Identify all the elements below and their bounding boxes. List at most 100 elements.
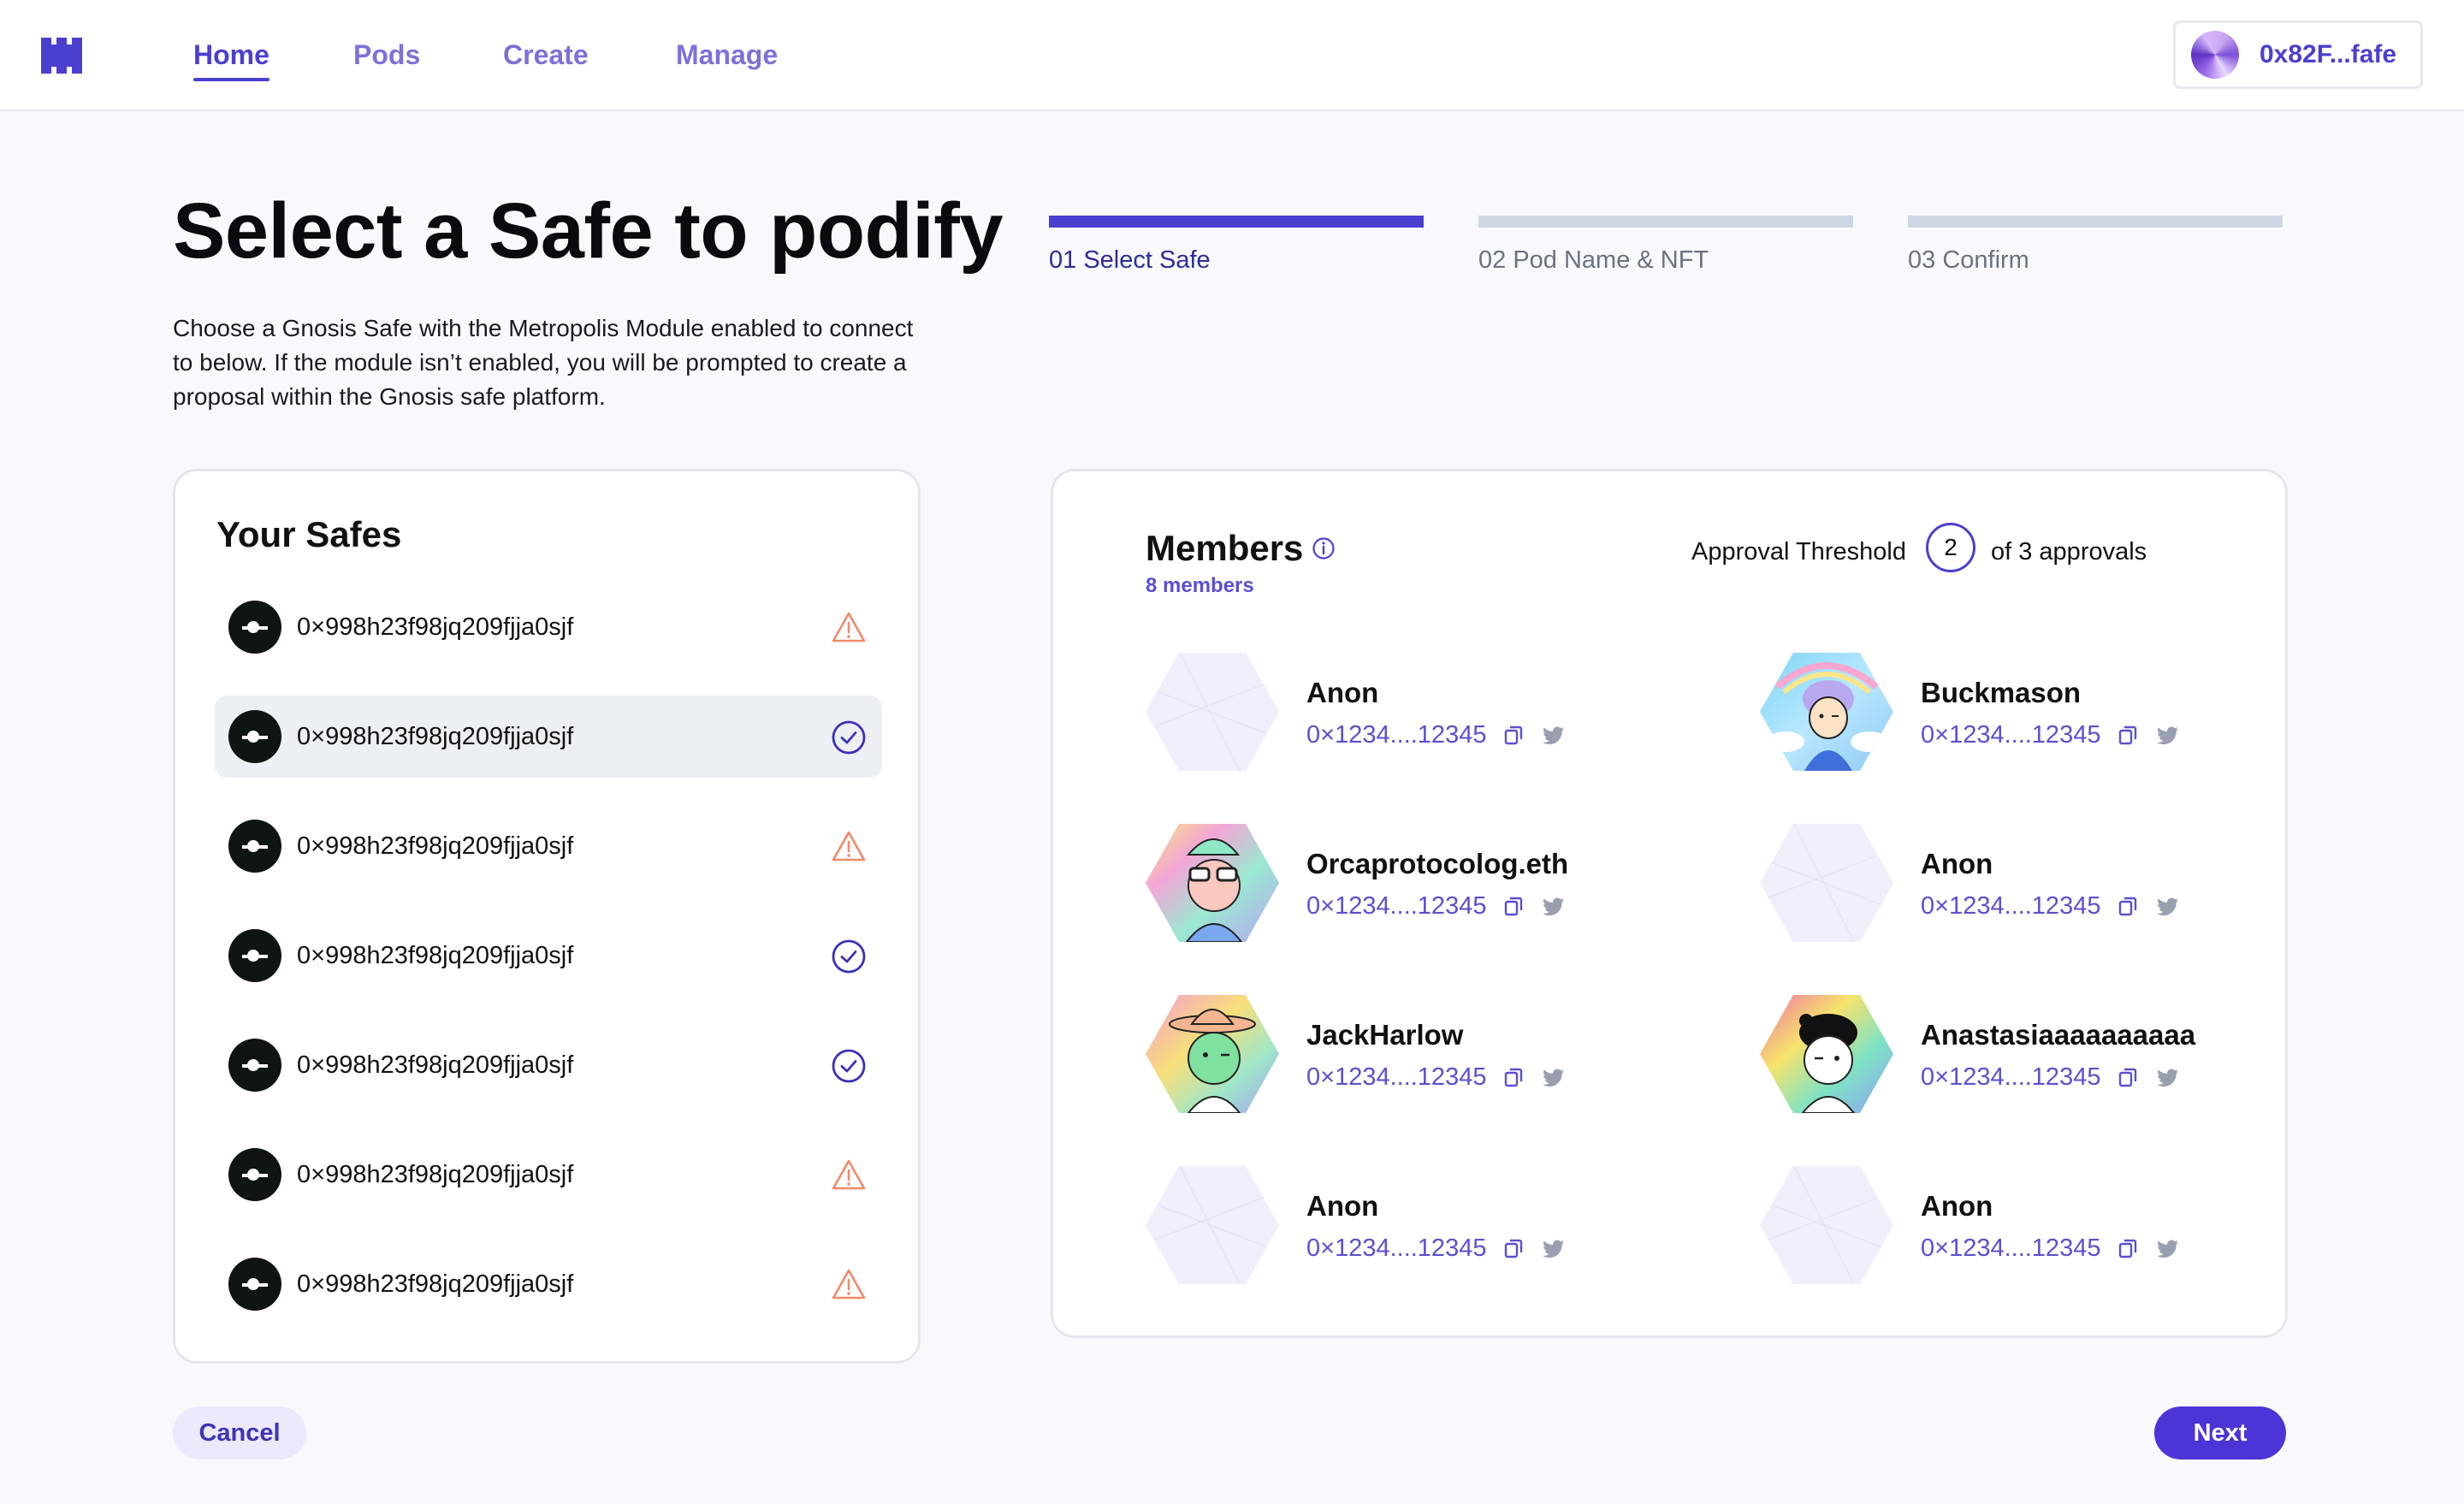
safe-row[interactable]: 0×998h23f98jq209fjja0sjf bbox=[215, 915, 882, 997]
member-avatar bbox=[1760, 653, 1893, 771]
safe-avatar-icon bbox=[228, 710, 281, 763]
safe-avatar-icon bbox=[228, 929, 281, 982]
step-label: 03 Confirm bbox=[1908, 246, 2029, 274]
wallet-button[interactable]: 0x82F...fafe bbox=[2173, 21, 2423, 89]
twitter-icon[interactable] bbox=[1543, 897, 1565, 916]
step-select-safe: 01 Select Safe bbox=[1049, 216, 1424, 275]
step-progress-bar bbox=[1049, 216, 1424, 228]
nav-pods[interactable]: Pods bbox=[353, 39, 420, 71]
member-item: Anon 0×1234....12345 bbox=[1146, 653, 1676, 773]
member-name: Anon bbox=[1921, 1190, 1993, 1222]
member-item: JackHarlow 0×1234....12345 bbox=[1146, 995, 1676, 1115]
member-address: 0×1234....12345 bbox=[1921, 892, 2101, 920]
approval-threshold-suffix: of 3 approvals bbox=[1991, 538, 2147, 565]
copy-icon[interactable] bbox=[2118, 1067, 2138, 1089]
check-circle-icon bbox=[831, 719, 867, 755]
copy-icon[interactable] bbox=[2118, 896, 2138, 918]
warning-icon bbox=[831, 610, 867, 646]
member-item: Anon 0×1234....12345 bbox=[1760, 824, 2290, 944]
warning-icon bbox=[831, 1158, 867, 1193]
safe-address: 0×998h23f98jq209fjja0sjf bbox=[297, 722, 574, 750]
info-icon[interactable] bbox=[1312, 536, 1336, 560]
twitter-icon[interactable] bbox=[2157, 1240, 2179, 1258]
safe-address: 0×998h23f98jq209fjja0sjf bbox=[297, 941, 574, 969]
member-address: 0×1234....12345 bbox=[1921, 1235, 2101, 1262]
copy-icon[interactable] bbox=[1503, 725, 1524, 747]
member-name: Anastasiaaaaaaaaaa bbox=[1921, 1019, 2196, 1051]
member-avatar bbox=[1146, 824, 1279, 942]
safe-row[interactable]: 0×998h23f98jq209fjja0sjf bbox=[215, 1134, 882, 1216]
safe-avatar-icon bbox=[228, 1039, 281, 1092]
twitter-icon[interactable] bbox=[2157, 726, 2179, 745]
safe-avatar-icon bbox=[228, 820, 281, 873]
approval-threshold-label: Approval Threshold bbox=[1691, 538, 1906, 565]
member-name: Anon bbox=[1306, 1190, 1379, 1222]
safe-address: 0×998h23f98jq209fjja0sjf bbox=[297, 1160, 574, 1188]
member-name: Orcaprotocolog.eth bbox=[1306, 848, 1569, 879]
safe-row[interactable]: 0×998h23f98jq209fjja0sjf bbox=[215, 696, 882, 778]
step-label: 02 Pod Name & NFT bbox=[1478, 246, 1709, 274]
member-avatar bbox=[1760, 995, 1893, 1113]
safe-address: 0×998h23f98jq209fjja0sjf bbox=[297, 613, 574, 641]
check-circle-icon bbox=[831, 1048, 867, 1084]
member-item: Buckmason 0×1234....12345 bbox=[1760, 653, 2290, 773]
safe-avatar-icon bbox=[228, 1148, 281, 1201]
warning-icon bbox=[831, 829, 867, 865]
safe-row[interactable]: 0×998h23f98jq209fjja0sjf bbox=[215, 1024, 882, 1106]
step-progress-bar bbox=[1908, 216, 2283, 228]
member-address: 0×1234....12345 bbox=[1306, 1235, 1487, 1262]
member-item: Anastasiaaaaaaaaaa 0×1234....12345 bbox=[1760, 995, 2290, 1115]
warning-icon bbox=[831, 1267, 867, 1303]
copy-icon[interactable] bbox=[1503, 896, 1524, 918]
twitter-icon[interactable] bbox=[2157, 897, 2179, 916]
member-name: Anon bbox=[1306, 677, 1379, 708]
member-address: 0×1234....12345 bbox=[1306, 892, 1487, 920]
twitter-icon[interactable] bbox=[1543, 1069, 1565, 1087]
page-title: Select a Safe to podify bbox=[173, 187, 1004, 275]
copy-icon[interactable] bbox=[2118, 1238, 2138, 1260]
copy-icon[interactable] bbox=[1503, 1238, 1524, 1260]
safe-avatar-icon bbox=[228, 601, 281, 654]
nav-home[interactable]: Home bbox=[193, 39, 270, 81]
step-pod-name-nft: 02 Pod Name & NFT bbox=[1478, 216, 1853, 275]
next-button[interactable]: Next bbox=[2154, 1406, 2286, 1460]
step-confirm: 03 Confirm bbox=[1908, 216, 2283, 275]
safe-row[interactable]: 0×998h23f98jq209fjja0sjf bbox=[215, 1243, 882, 1325]
safes-title: Your Safes bbox=[216, 514, 402, 554]
twitter-icon[interactable] bbox=[1543, 726, 1565, 745]
page-description: Choose a Gnosis Safe with the Metropolis… bbox=[173, 315, 914, 410]
members-card: Members 8 members Approval Threshold 2 o… bbox=[1051, 469, 2288, 1338]
safe-row[interactable]: 0×998h23f98jq209fjja0sjf bbox=[215, 586, 882, 668]
wallet-address: 0x82F...fafe bbox=[2260, 40, 2397, 68]
member-name: Buckmason bbox=[1921, 677, 2082, 708]
copy-icon[interactable] bbox=[2118, 725, 2138, 747]
member-address: 0×1234....12345 bbox=[1921, 721, 2101, 749]
step-progress-bar bbox=[1478, 216, 1853, 228]
member-avatar bbox=[1146, 653, 1279, 771]
copy-icon[interactable] bbox=[1503, 1067, 1524, 1089]
member-item: Anon 0×1234....12345 bbox=[1146, 1166, 1676, 1286]
member-item: Anon 0×1234....12345 bbox=[1760, 1166, 2290, 1286]
check-circle-icon bbox=[831, 939, 867, 974]
safe-row[interactable]: 0×998h23f98jq209fjja0sjf bbox=[215, 805, 882, 887]
top-navigation-bar: Home Pods Create Manage 0x82F...fafe bbox=[0, 0, 2464, 111]
twitter-icon[interactable] bbox=[1543, 1240, 1565, 1258]
nav-create[interactable]: Create bbox=[503, 39, 589, 71]
member-address: 0×1234....12345 bbox=[1306, 721, 1487, 749]
twitter-icon[interactable] bbox=[2157, 1069, 2179, 1087]
member-avatar bbox=[1760, 1166, 1893, 1284]
member-item: Orcaprotocolog.eth 0×1234....12345 bbox=[1146, 824, 1676, 944]
member-avatar bbox=[1146, 1166, 1279, 1284]
members-title: Members bbox=[1146, 528, 1304, 568]
member-avatar bbox=[1760, 824, 1893, 942]
cancel-button[interactable]: Cancel bbox=[173, 1406, 306, 1460]
member-name: JackHarlow bbox=[1306, 1019, 1464, 1051]
member-avatar bbox=[1146, 995, 1279, 1113]
step-label: 01 Select Safe bbox=[1049, 246, 1211, 274]
approval-threshold-value: 2 bbox=[1926, 523, 1975, 572]
member-address: 0×1234....12345 bbox=[1306, 1063, 1487, 1091]
safes-card: Your Safes 0×998h23f98jq209fjja0sjf 0×998… bbox=[173, 469, 921, 1364]
metropolis-logo[interactable] bbox=[38, 33, 86, 77]
wallet-avatar bbox=[2191, 31, 2239, 79]
nav-manage[interactable]: Manage bbox=[676, 39, 778, 71]
